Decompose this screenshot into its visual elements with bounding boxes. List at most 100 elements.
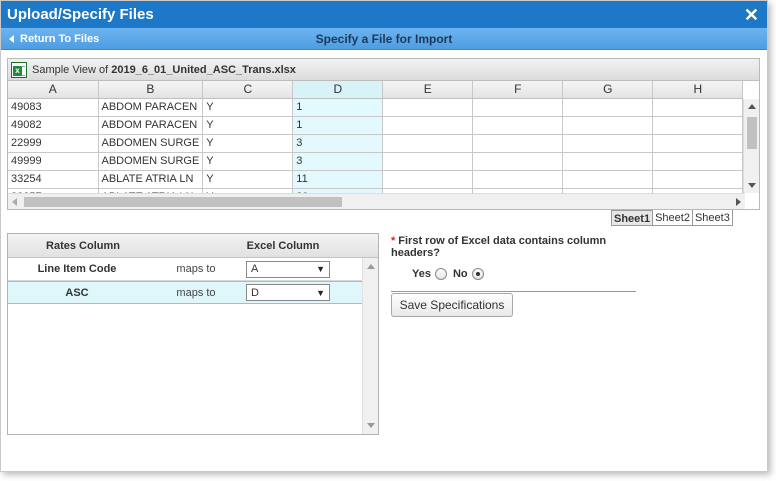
table-cell: Y bbox=[202, 152, 294, 171]
chevron-down-icon: ▼ bbox=[316, 264, 325, 274]
table-cell: 3 bbox=[292, 134, 384, 153]
table-cell: ABLATE ATRIA LN bbox=[98, 170, 204, 189]
divider bbox=[391, 291, 636, 292]
chevron-down-icon: ▼ bbox=[316, 287, 325, 298]
header-row-question: * First row of Excel data contains column… bbox=[391, 235, 637, 259]
dialog-subheader: Return To Files Specify a File for Impor… bbox=[1, 28, 767, 50]
table-cell bbox=[562, 134, 654, 153]
table-cell: 11 bbox=[292, 170, 384, 189]
tab-sheet3[interactable]: Sheet3 bbox=[691, 210, 733, 226]
scroll-down-icon[interactable] bbox=[367, 423, 375, 428]
table-row: 49999 ABDOMEN SURGE Y 3 bbox=[8, 152, 744, 171]
sample-file-name: 2019_6_01_United_ASC_Trans.xlsx bbox=[111, 63, 296, 76]
return-to-files-link[interactable]: Return To Files bbox=[9, 33, 99, 45]
table-cell bbox=[562, 116, 654, 135]
table-row: 22999 ABDOMEN SURGE Y 3 bbox=[8, 134, 744, 153]
table-cell: 3 bbox=[292, 152, 384, 171]
rates-column-name: ASC bbox=[65, 286, 89, 299]
column-header-c[interactable]: C bbox=[202, 81, 294, 99]
tab-sheet2[interactable]: Sheet2 bbox=[652, 210, 693, 226]
table-cell: Y bbox=[202, 134, 294, 153]
column-header-h[interactable]: H bbox=[652, 81, 744, 99]
header-row-question-text: First row of Excel data contains column … bbox=[391, 235, 607, 259]
yes-radio[interactable] bbox=[434, 268, 447, 280]
scroll-up-icon[interactable] bbox=[748, 104, 756, 109]
excel-column-value: A bbox=[251, 263, 259, 275]
table-cell bbox=[562, 98, 654, 117]
table-cell bbox=[472, 98, 564, 117]
column-mapping-panel: Rates Column Excel Column Line Item Code… bbox=[7, 233, 379, 435]
maps-to-label: maps to bbox=[176, 263, 216, 275]
mapping-row[interactable]: ASC maps to D ▼ bbox=[8, 281, 363, 304]
table-cell: Y bbox=[202, 170, 294, 189]
table-row: 33254 ABLATE ATRIA LN Y 11 bbox=[8, 170, 744, 189]
no-radio[interactable] bbox=[471, 268, 484, 280]
rates-column-header: Rates Column bbox=[46, 239, 120, 252]
table-cell: ABDOM PARACEN bbox=[98, 98, 204, 117]
sheet-preview: x Sample View of 2019_6_01_United_ASC_Tr… bbox=[7, 58, 760, 210]
table-cell bbox=[652, 134, 744, 153]
required-marker: * bbox=[391, 235, 396, 247]
mapping-header: Rates Column Excel Column bbox=[8, 234, 378, 258]
table-cell bbox=[472, 116, 564, 135]
table-cell: Y bbox=[202, 98, 294, 117]
table-cell: 49082 bbox=[8, 116, 99, 135]
table-cell bbox=[652, 98, 744, 117]
column-header-g[interactable]: G bbox=[562, 81, 654, 99]
scroll-thumb[interactable] bbox=[747, 117, 757, 149]
table-cell: ABDOMEN SURGE bbox=[98, 134, 204, 153]
table-cell bbox=[382, 152, 474, 171]
sheet-horizontal-scrollbar[interactable] bbox=[8, 193, 745, 209]
table-cell bbox=[562, 152, 654, 171]
scroll-up-icon[interactable] bbox=[367, 264, 375, 269]
column-header-a[interactable]: A bbox=[8, 81, 99, 99]
table-row: 49083 ABDOM PARACEN Y 1 bbox=[8, 98, 744, 117]
table-cell bbox=[472, 134, 564, 153]
excel-column-header: Excel Column bbox=[246, 239, 320, 252]
header-row-radio-group: Yes No bbox=[412, 268, 637, 280]
rates-column-name: Line Item Code bbox=[37, 263, 117, 275]
table-cell bbox=[562, 170, 654, 189]
excel-file-icon: x bbox=[11, 61, 27, 78]
scroll-thumb[interactable] bbox=[24, 197, 342, 207]
column-header-e[interactable]: E bbox=[382, 81, 474, 99]
header-row-options: * First row of Excel data contains column… bbox=[391, 235, 637, 292]
mapping-scrollbar[interactable] bbox=[362, 258, 378, 434]
back-arrow-icon bbox=[9, 34, 14, 43]
table-cell bbox=[382, 98, 474, 117]
scroll-left-icon[interactable] bbox=[12, 198, 17, 206]
scroll-right-icon[interactable] bbox=[736, 198, 741, 206]
table-cell: 49083 bbox=[8, 98, 99, 117]
sheet-grid: ABCDEFGH 49083 ABDOM PARACEN Y 1 49082 ABDOM … bbox=[8, 81, 744, 207]
upload-specify-dialog: Upload/Specify Files ✕ Return To Files S… bbox=[0, 0, 768, 472]
table-cell: 33254 bbox=[8, 170, 99, 189]
return-to-files-label: Return To Files bbox=[20, 32, 100, 45]
table-cell bbox=[382, 170, 474, 189]
sheet-vertical-scrollbar[interactable] bbox=[743, 99, 759, 193]
dialog-titlebar: Upload/Specify Files ✕ bbox=[1, 1, 767, 28]
excel-column-select[interactable]: A ▼ bbox=[246, 260, 330, 278]
table-cell bbox=[382, 116, 474, 135]
mapping-row[interactable]: Line Item Code maps to A ▼ bbox=[8, 258, 363, 281]
sample-view-prefix: Sample View of bbox=[32, 63, 109, 76]
close-icon[interactable]: ✕ bbox=[744, 6, 759, 24]
table-row: 49082 ABDOM PARACEN Y 1 bbox=[8, 116, 744, 135]
table-cell: ABDOM PARACEN bbox=[98, 116, 204, 135]
table-cell bbox=[652, 152, 744, 171]
excel-column-select[interactable]: D ▼ bbox=[246, 284, 330, 301]
column-header-d[interactable]: D bbox=[292, 81, 384, 99]
tab-sheet1[interactable]: Sheet1 bbox=[611, 210, 654, 226]
no-label: No bbox=[452, 268, 468, 280]
excel-column-value: D bbox=[251, 286, 259, 299]
sheet-tabs: Sheet1 Sheet2 Sheet3 bbox=[611, 210, 733, 226]
scroll-down-icon[interactable] bbox=[748, 183, 756, 188]
table-cell bbox=[472, 152, 564, 171]
save-specifications-button[interactable]: Save Specifications bbox=[391, 293, 513, 317]
table-cell bbox=[652, 116, 744, 135]
column-header-f[interactable]: F bbox=[472, 81, 564, 99]
table-cell: 22999 bbox=[8, 134, 99, 153]
table-cell: ABDOMEN SURGE bbox=[98, 152, 204, 171]
table-cell bbox=[652, 170, 744, 189]
maps-to-label: maps to bbox=[176, 286, 216, 299]
column-header-b[interactable]: B bbox=[98, 81, 204, 99]
